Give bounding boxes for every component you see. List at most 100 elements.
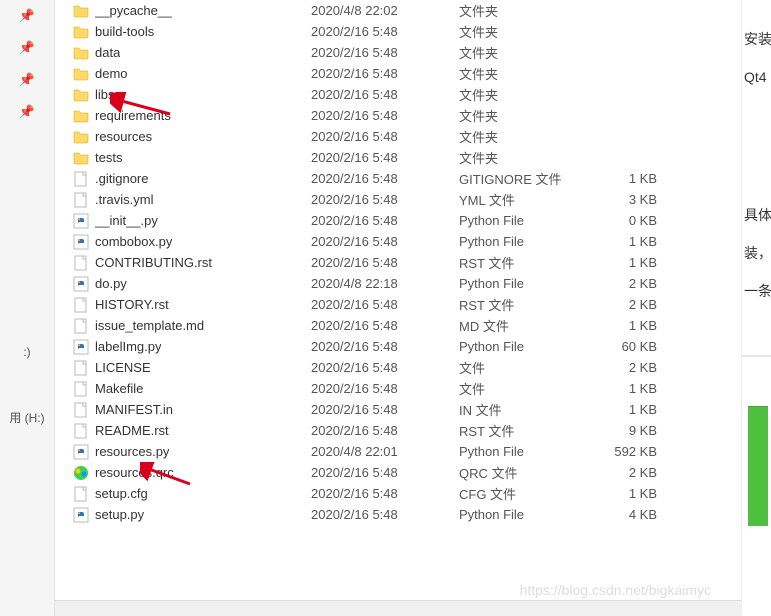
file-icon <box>73 192 89 208</box>
file-row[interactable]: setup.cfg2020/2/16 5:48CFG 文件1 KB <box>55 483 741 504</box>
file-type: 文件 <box>459 379 587 398</box>
file-name: issue_template.md <box>95 318 204 333</box>
file-icon <box>73 318 89 334</box>
file-row[interactable]: MANIFEST.in2020/2/16 5:48IN 文件1 KB <box>55 399 741 420</box>
file-size: 0 KB <box>587 213 657 228</box>
file-date: 2020/4/8 22:02 <box>311 3 459 18</box>
file-name: demo <box>95 66 128 81</box>
sidebar: 📌 📌 📌 📌 :) 用 (H:) <box>0 0 55 616</box>
file-row[interactable]: libs2020/2/16 5:48文件夹 <box>55 84 741 105</box>
file-type: MD 文件 <box>459 316 587 335</box>
pin-icon[interactable]: 📌 <box>19 8 35 24</box>
sidebar-label-2[interactable]: 用 (H:) <box>0 409 54 426</box>
pin-icon[interactable]: 📌 <box>19 104 35 120</box>
file-row[interactable]: requirements2020/2/16 5:48文件夹 <box>55 105 741 126</box>
file-date: 2020/2/16 5:48 <box>311 318 459 333</box>
file-name: resources <box>95 129 152 144</box>
file-row[interactable]: labelImg.py2020/2/16 5:48Python File60 K… <box>55 336 741 357</box>
py-icon <box>73 507 89 523</box>
file-date: 2020/2/16 5:48 <box>311 150 459 165</box>
file-size: 2 KB <box>587 297 657 312</box>
file-icon <box>73 171 89 187</box>
file-date: 2020/2/16 5:48 <box>311 234 459 249</box>
file-row[interactable]: __pycache__2020/4/8 22:02文件夹 <box>55 0 741 21</box>
file-size: 3 KB <box>587 192 657 207</box>
file-list[interactable]: __pycache__2020/4/8 22:02文件夹 build-tools 2… <box>55 0 741 616</box>
file-row[interactable]: LICENSE2020/2/16 5:48文件2 KB <box>55 357 741 378</box>
file-size: 592 KB <box>587 444 657 459</box>
file-date: 2020/2/16 5:48 <box>311 213 459 228</box>
watermark: https://blog.csdn.net/bigkaimyc <box>520 582 711 598</box>
file-name: labelImg.py <box>95 339 161 354</box>
py-icon <box>73 339 89 355</box>
file-date: 2020/2/16 5:48 <box>311 339 459 354</box>
folder-icon <box>73 87 89 103</box>
file-date: 2020/2/16 5:48 <box>311 129 459 144</box>
file-icon <box>73 255 89 271</box>
file-name: .gitignore <box>95 171 148 186</box>
file-name: data <box>95 45 120 60</box>
file-type: IN 文件 <box>459 400 587 419</box>
file-row[interactable]: README.rst2020/2/16 5:48RST 文件9 KB <box>55 420 741 441</box>
file-row[interactable]: resources.qrc2020/2/16 5:48QRC 文件2 KB <box>55 462 741 483</box>
file-row[interactable]: resources.py2020/4/8 22:01Python File592… <box>55 441 741 462</box>
file-size: 4 KB <box>587 507 657 522</box>
file-type: 文件夹 <box>459 43 587 62</box>
file-row[interactable]: setup.py2020/2/16 5:48Python File4 KB <box>55 504 741 525</box>
file-row[interactable]: resources2020/2/16 5:48文件夹 <box>55 126 741 147</box>
right-panel: 安装 Qt4 具体 装， 一条 <box>741 0 771 616</box>
file-type: RST 文件 <box>459 295 587 314</box>
file-row[interactable]: .travis.yml2020/2/16 5:48YML 文件3 KB <box>55 189 741 210</box>
file-date: 2020/2/16 5:48 <box>311 423 459 438</box>
file-name: README.rst <box>95 423 169 438</box>
file-icon <box>73 360 89 376</box>
sidebar-label-1[interactable]: :) <box>0 345 54 359</box>
file-row[interactable]: CONTRIBUTING.rst2020/2/16 5:48RST 文件1 KB <box>55 252 741 273</box>
file-type: 文件夹 <box>459 64 587 83</box>
file-row[interactable]: tests2020/2/16 5:48文件夹 <box>55 147 741 168</box>
file-name: setup.py <box>95 507 144 522</box>
file-type: RST 文件 <box>459 253 587 272</box>
pin-icon[interactable]: 📌 <box>19 72 35 88</box>
file-date: 2020/2/16 5:48 <box>311 45 459 60</box>
file-row[interactable]: data 2020/2/16 5:48文件夹 <box>55 42 741 63</box>
file-row[interactable]: do.py2020/4/8 22:18Python File2 KB <box>55 273 741 294</box>
pin-icon[interactable]: 📌 <box>19 40 35 56</box>
file-size: 1 KB <box>587 171 657 186</box>
file-row[interactable]: Makefile2020/2/16 5:48文件1 KB <box>55 378 741 399</box>
file-name: .travis.yml <box>95 192 154 207</box>
file-row[interactable]: HISTORY.rst 2020/2/16 5:48RST 文件2 KB <box>55 294 741 315</box>
py-icon <box>73 444 89 460</box>
file-name: do.py <box>95 276 127 291</box>
file-size: 1 KB <box>587 402 657 417</box>
file-type: 文件夹 <box>459 85 587 104</box>
file-icon <box>73 402 89 418</box>
file-row[interactable]: build-tools2020/2/16 5:48文件夹 <box>55 21 741 42</box>
horizontal-scrollbar[interactable] <box>55 600 741 616</box>
file-row[interactable]: issue_template.md2020/2/16 5:48MD 文件1 KB <box>55 315 741 336</box>
file-type: Python File <box>459 234 587 249</box>
file-date: 2020/2/16 5:48 <box>311 297 459 312</box>
folder-icon <box>73 45 89 61</box>
file-date: 2020/2/16 5:48 <box>311 171 459 186</box>
file-icon <box>73 381 89 397</box>
file-name: __init__.py <box>95 213 158 228</box>
file-name: HISTORY.rst <box>95 297 169 312</box>
file-name: LICENSE <box>95 360 151 375</box>
file-date: 2020/4/8 22:01 <box>311 444 459 459</box>
file-icon <box>73 297 89 313</box>
py-icon <box>73 234 89 250</box>
folder-icon <box>73 3 89 19</box>
file-type: Python File <box>459 507 587 522</box>
file-icon <box>73 486 89 502</box>
file-date: 2020/2/16 5:48 <box>311 402 459 417</box>
file-date: 2020/2/16 5:48 <box>311 24 459 39</box>
file-row[interactable]: __init__.py2020/2/16 5:48Python File0 KB <box>55 210 741 231</box>
file-size: 1 KB <box>587 381 657 396</box>
file-name: build-tools <box>95 24 154 39</box>
file-row[interactable]: combobox.py2020/2/16 5:48Python File1 KB <box>55 231 741 252</box>
folder-icon <box>73 66 89 82</box>
file-row[interactable]: demo2020/2/16 5:48文件夹 <box>55 63 741 84</box>
file-name: tests <box>95 150 122 165</box>
file-row[interactable]: .gitignore2020/2/16 5:48GITIGNORE 文件1 KB <box>55 168 741 189</box>
